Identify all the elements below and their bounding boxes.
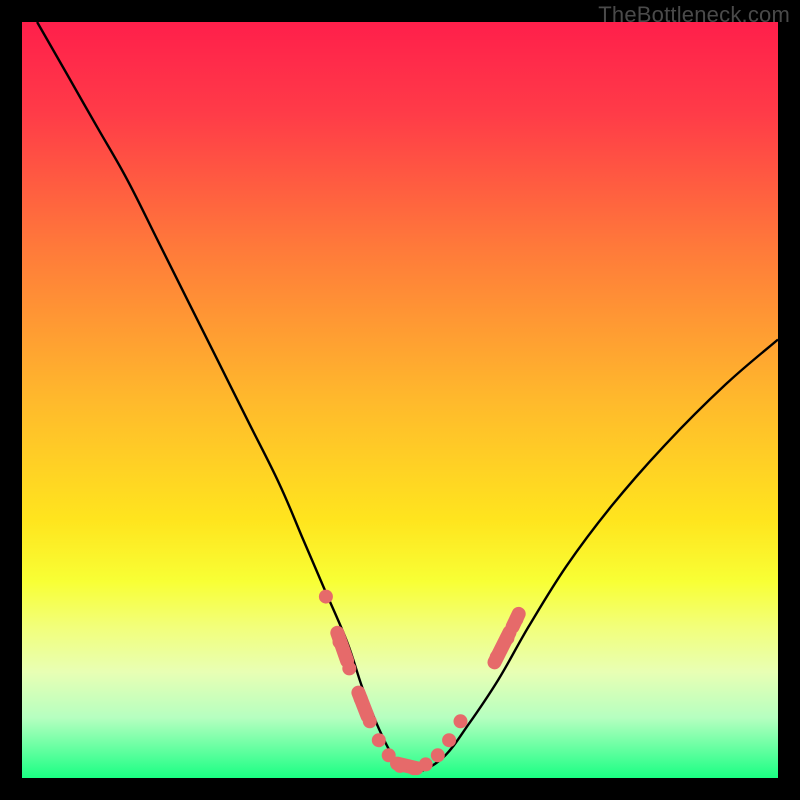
annotation-dot (490, 650, 504, 664)
annotation-dot (419, 757, 433, 771)
chart-svg (22, 22, 778, 778)
annotation-dot (372, 733, 386, 747)
annotation-dot (442, 733, 456, 747)
annotation-dot (407, 761, 421, 775)
annotation-dot (333, 635, 347, 649)
annotation-dot (382, 748, 396, 762)
annotation-dot (431, 748, 445, 762)
annotation-dot (454, 714, 468, 728)
annotation-dot (342, 661, 356, 675)
annotation-dot (319, 590, 333, 604)
annotation-dot (509, 612, 523, 626)
series-line (37, 22, 778, 773)
outer-frame: TheBottleneck.com (0, 0, 800, 800)
plot-area (22, 22, 778, 778)
watermark-text: TheBottleneck.com (598, 2, 790, 28)
annotation-dot (363, 714, 377, 728)
annotation-dot (354, 692, 368, 706)
annotation-dot (393, 759, 407, 773)
annotation-dots (319, 590, 524, 776)
annotation-dot (500, 631, 514, 645)
